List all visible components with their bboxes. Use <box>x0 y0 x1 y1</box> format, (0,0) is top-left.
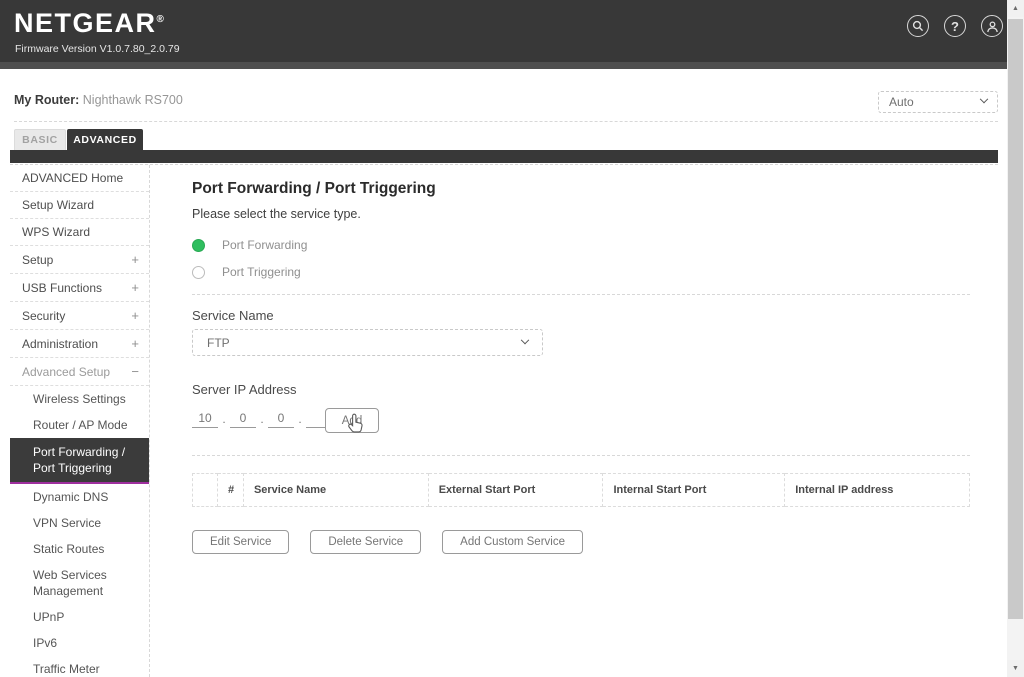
firmware-version: Firmware Version V1.0.7.80_2.0.79 <box>15 43 180 55</box>
sidebar-item-wps-wizard[interactable]: WPS Wizard <box>10 219 149 246</box>
sidebar-subitem-router-ap-mode[interactable]: Router / AP Mode <box>10 412 149 438</box>
ip-dot: . <box>294 412 306 428</box>
header-icons: ? <box>907 15 1003 37</box>
tab-advanced[interactable]: ADVANCED <box>67 129 143 150</box>
sidebar-subitem-vpn-service[interactable]: VPN Service <box>10 510 149 536</box>
page: NETGEAR® Firmware Version V1.0.7.80_2.0.… <box>0 0 1024 677</box>
port-forwarding-radio[interactable] <box>192 239 205 252</box>
scrollbar-thumb[interactable] <box>1008 19 1023 619</box>
scroll-down-icon[interactable]: ▼ <box>1007 660 1024 677</box>
server-ip-label: Server IP Address <box>192 382 297 397</box>
services-table: # Service Name External Start Port Inter… <box>192 473 970 507</box>
sidebar-subitem-upnp[interactable]: UPnP <box>10 604 149 630</box>
sidebar-subitem-wireless-settings[interactable]: Wireless Settings <box>10 386 149 412</box>
chevron-down-icon <box>521 335 529 343</box>
internal-start-port-column-header: Internal Start Port <box>603 474 785 507</box>
number-column-header: # <box>217 474 243 507</box>
help-icon[interactable]: ? <box>944 15 966 37</box>
divider <box>10 164 998 165</box>
router-info: My Router: Nighthawk RS700 <box>14 93 183 107</box>
netgear-logo: NETGEAR® <box>14 8 164 39</box>
my-router-label: My Router: <box>14 93 79 107</box>
sidebar-item-security[interactable]: Security+ <box>10 302 149 330</box>
ip-octet-1-input[interactable] <box>192 408 218 428</box>
search-icon[interactable] <box>907 15 929 37</box>
edit-service-button[interactable]: Edit Service <box>192 530 289 554</box>
page-title: Port Forwarding / Port Triggering <box>192 180 436 198</box>
sidebar-subitem-traffic-meter[interactable]: Traffic Meter <box>10 656 149 677</box>
language-select[interactable]: Auto <box>878 91 998 113</box>
sidebar-item-setup-wizard[interactable]: Setup Wizard <box>10 192 149 219</box>
select-column-header <box>193 474 218 507</box>
mouse-cursor-icon <box>348 413 366 435</box>
sidebar-subitem-dynamic-dns[interactable]: Dynamic DNS <box>10 484 149 510</box>
collapse-minus-icon[interactable]: − <box>131 364 139 379</box>
sidebar-subitem-port-forwarding[interactable]: Port Forwarding / Port Triggering <box>10 438 149 484</box>
ip-octet-2-input[interactable] <box>230 408 256 428</box>
scroll-up-icon[interactable]: ▲ <box>1007 0 1024 17</box>
port-forwarding-option: Port Forwarding <box>192 238 307 252</box>
expand-plus-icon[interactable]: + <box>131 252 139 267</box>
delete-service-button[interactable]: Delete Service <box>310 530 421 554</box>
sidebar-subitem-ipv6[interactable]: IPv6 <box>10 630 149 656</box>
expand-plus-icon[interactable]: + <box>131 280 139 295</box>
registered-mark: ® <box>157 14 164 25</box>
sidebar-item-advanced-setup[interactable]: Advanced Setup− <box>10 358 149 386</box>
expand-plus-icon[interactable]: + <box>131 336 139 351</box>
service-name-column-header: Service Name <box>243 474 428 507</box>
server-ip-inputs: . . . <box>192 408 332 428</box>
chevron-down-icon <box>980 95 988 103</box>
tab-basic[interactable]: BASIC <box>14 129 66 150</box>
sidebar-item-administration[interactable]: Administration+ <box>10 330 149 358</box>
ip-dot: . <box>218 412 230 428</box>
scrollbar[interactable]: ▲ ▼ <box>1007 0 1024 677</box>
add-custom-service-button[interactable]: Add Custom Service <box>442 530 583 554</box>
external-start-port-column-header: External Start Port <box>428 474 603 507</box>
port-triggering-label: Port Triggering <box>222 265 301 279</box>
divider <box>14 121 998 122</box>
mode-tabs: BASIC ADVANCED <box>14 129 143 150</box>
ip-octet-3-input[interactable] <box>268 408 294 428</box>
divider <box>192 455 970 456</box>
divider <box>192 294 970 295</box>
sidebar-item-setup[interactable]: Setup+ <box>10 246 149 274</box>
expand-plus-icon[interactable]: + <box>131 308 139 323</box>
service-name-select-value: FTP <box>207 336 230 350</box>
sidebar-item-advanced-home[interactable]: ADVANCED Home <box>10 165 149 192</box>
account-icon[interactable] <box>981 15 1003 37</box>
table-header-row: # Service Name External Start Port Inter… <box>193 474 970 507</box>
service-name-label: Service Name <box>192 308 274 323</box>
tab-bar <box>10 150 998 163</box>
sidebar-item-usb-functions[interactable]: USB Functions+ <box>10 274 149 302</box>
ip-dot: . <box>256 412 268 428</box>
language-select-value: Auto <box>889 95 914 109</box>
port-forwarding-label: Port Forwarding <box>222 238 307 252</box>
sidebar-subitem-static-routes[interactable]: Static Routes <box>10 536 149 562</box>
internal-ip-address-column-header: Internal IP address <box>785 474 970 507</box>
sidebar-subitem-web-services-management[interactable]: Web Services Management <box>10 562 149 604</box>
port-triggering-option: Port Triggering <box>192 265 301 279</box>
sidebar: ADVANCED Home Setup Wizard WPS Wizard Se… <box>10 165 150 677</box>
router-name: Nighthawk RS700 <box>83 93 183 107</box>
service-name-select[interactable]: FTP <box>192 329 543 356</box>
header-bottom-strip <box>0 62 1007 69</box>
service-type-prompt: Please select the service type. <box>192 207 361 221</box>
table-actions: Edit Service Delete Service Add Custom S… <box>192 530 583 554</box>
app-header: NETGEAR® Firmware Version V1.0.7.80_2.0.… <box>0 0 1007 62</box>
port-triggering-radio[interactable] <box>192 266 205 279</box>
